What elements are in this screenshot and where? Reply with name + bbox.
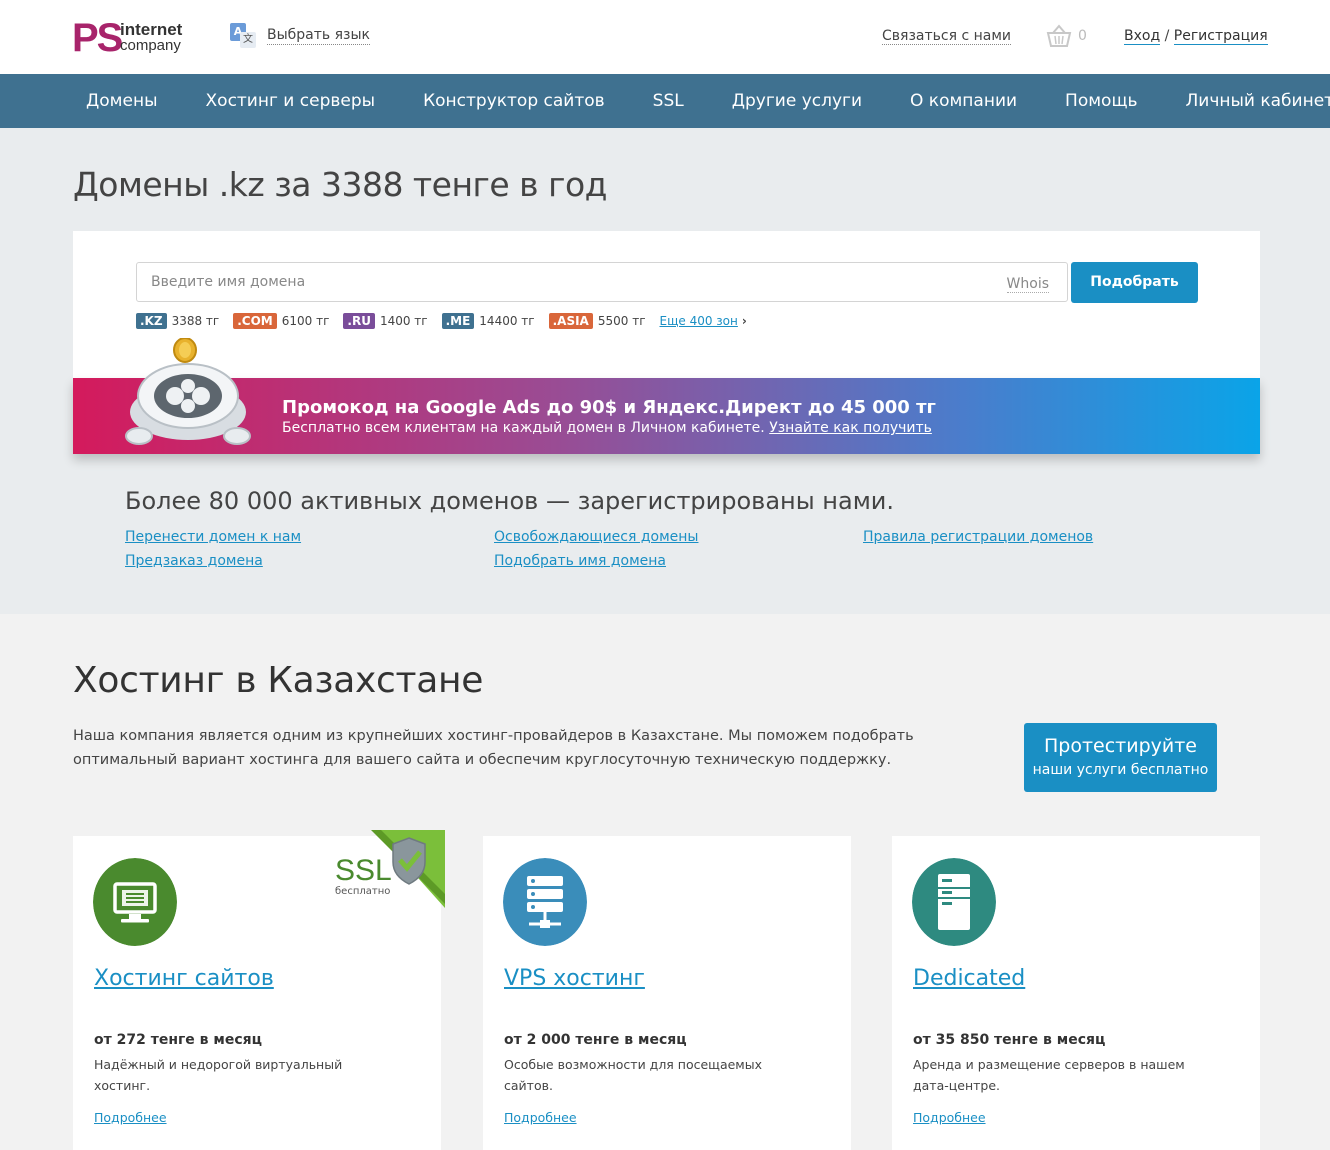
transfer-domain-link[interactable]: Перенести домен к нам bbox=[125, 529, 301, 545]
promo-link[interactable]: Узнайте как получить bbox=[769, 420, 932, 436]
robot-coin-icon bbox=[125, 338, 251, 445]
cart-button[interactable]: 0 bbox=[1046, 24, 1087, 48]
zone-price: 5500 тг bbox=[597, 314, 646, 328]
zone-asia[interactable]: .ASIA 5500 тг bbox=[548, 313, 646, 329]
zone-me[interactable]: .ME 14400 тг bbox=[441, 313, 535, 329]
hosting-card-text: Надёжный и недорогой виртуальный хостинг… bbox=[94, 1057, 343, 1093]
ssl-sub-label: бесплатно bbox=[335, 886, 391, 897]
free-trial-line1: Протестируйте bbox=[1043, 735, 1197, 757]
zone-price: 14400 тг bbox=[479, 314, 535, 328]
nav-item-about[interactable]: О компании bbox=[886, 91, 1041, 111]
nav-item-other-services[interactable]: Другие услуги bbox=[708, 91, 886, 111]
hosting-card-title[interactable]: Dedicated bbox=[913, 966, 1025, 991]
promo-text: Бесплатно всем клиентам на каждый домен … bbox=[282, 420, 932, 436]
nav-item-ssl[interactable]: SSL bbox=[629, 91, 708, 111]
zone-badge: .COM bbox=[233, 313, 277, 329]
auth-separator: / bbox=[1164, 28, 1170, 44]
zone-price: 1400 тг bbox=[379, 314, 428, 328]
hosting-card-shared: SSL бесплатно Хостинг сайтов от 272 тенг… bbox=[73, 830, 445, 1150]
zone-kz[interactable]: .KZ 3388 тг bbox=[136, 313, 219, 329]
main-nav: Домены Хостинг и серверы Конструктор сай… bbox=[0, 74, 1330, 128]
ssl-free-badge: SSL бесплатно bbox=[325, 830, 445, 910]
zone-badge: .KZ bbox=[136, 313, 167, 329]
logo-ps: PS bbox=[72, 16, 123, 60]
nav-item-hosting[interactable]: Хостинг и серверы bbox=[182, 91, 400, 111]
contact-link[interactable]: Связаться с нами bbox=[882, 28, 1011, 45]
language-label: Выбрать язык bbox=[267, 27, 370, 45]
chevron-right-icon: › bbox=[741, 314, 747, 328]
language-selector[interactable]: A文 Выбрать язык bbox=[230, 22, 370, 50]
monitor-icon bbox=[93, 858, 177, 946]
more-zones-link[interactable]: Еще 400 зон bbox=[660, 314, 738, 328]
logo[interactable]: PS internet company bbox=[72, 16, 192, 60]
hosting-description: Наша компания является одним из крупнейш… bbox=[73, 728, 914, 768]
promo-description: Бесплатно всем клиентам на каждый домен … bbox=[282, 420, 765, 436]
nav-item-help[interactable]: Помощь bbox=[1041, 91, 1161, 111]
zone-badge: .ASIA bbox=[548, 313, 593, 329]
register-link[interactable]: Регистрация bbox=[1173, 28, 1268, 45]
hosting-card-text: Особые возможности для посещаемых сайтов… bbox=[504, 1057, 763, 1093]
login-link[interactable]: Вход bbox=[1124, 28, 1161, 45]
nav-item-domains[interactable]: Домены bbox=[62, 91, 182, 111]
zone-price: 6100 тг bbox=[281, 314, 330, 328]
cart-count: 0 bbox=[1078, 28, 1087, 44]
hosting-card-more-link[interactable]: Подробнее bbox=[913, 1110, 986, 1125]
hosting-card-price: от 272 тенге в месяц bbox=[94, 1032, 263, 1048]
zone-price: 3388 тг bbox=[171, 314, 220, 328]
zone-badge: .ME bbox=[441, 313, 475, 329]
pick-domain-link[interactable]: Подобрать имя домена bbox=[494, 553, 666, 569]
hosting-card-text: Аренда и размещение серверов в нашем дат… bbox=[913, 1057, 1185, 1093]
zone-ru[interactable]: .RU 1400 тг bbox=[343, 313, 428, 329]
zone-com[interactable]: .COM 6100 тг bbox=[233, 313, 329, 329]
hosting-card-price: от 35 850 тенге в месяц bbox=[913, 1032, 1106, 1048]
domains-title: Домены .kz за 3388 тенге в год bbox=[73, 165, 607, 204]
header: PS internet company A文 Выбрать язык Связ… bbox=[0, 0, 1330, 74]
hosting-card-title[interactable]: VPS хостинг bbox=[504, 966, 645, 991]
promo-banner[interactable]: Промокод на Google Ads до 90$ и Яндекс.Д… bbox=[73, 338, 1260, 454]
promo-title: Промокод на Google Ads до 90$ и Яндекс.Д… bbox=[282, 397, 936, 418]
free-trial-line2: наши услуги бесплатно bbox=[1032, 762, 1209, 778]
hosting-card-price: от 2 000 тенге в месяц bbox=[504, 1032, 687, 1048]
domains-count-text: Более 80 000 активных доменов — зарегист… bbox=[125, 487, 895, 515]
zone-badge: .RU bbox=[343, 313, 375, 329]
hosting-title: Хостинг в Казахстане bbox=[73, 660, 484, 701]
preorder-domain-link[interactable]: Предзаказ домена bbox=[125, 553, 263, 569]
domain-rules-link[interactable]: Правила регистрации доменов bbox=[863, 529, 1093, 545]
server-icon bbox=[503, 858, 587, 946]
hosting-card-dedicated: Dedicated от 35 850 тенге в месяц Аренда… bbox=[892, 836, 1260, 1150]
nav-item-account[interactable]: Личный кабинет bbox=[1162, 91, 1330, 111]
basket-icon bbox=[1046, 24, 1072, 47]
free-trial-button[interactable]: Протестируйте наши услуги бесплатно bbox=[1024, 723, 1217, 792]
zone-list: .KZ 3388 тг .COM 6100 тг .RU 1400 тг .ME… bbox=[136, 313, 747, 329]
logo-company: company bbox=[120, 37, 181, 54]
domain-search-input[interactable]: Введите имя домена Whois bbox=[136, 262, 1068, 302]
server-rack-icon bbox=[912, 858, 996, 946]
translate-icon: A文 bbox=[230, 23, 256, 49]
domain-search-button[interactable]: Подобрать bbox=[1071, 262, 1198, 303]
nav-item-site-builder[interactable]: Конструктор сайтов bbox=[399, 91, 629, 111]
hosting-card-title[interactable]: Хостинг сайтов bbox=[94, 966, 274, 991]
ssl-label: SSL bbox=[335, 854, 392, 887]
auth-links: Вход / Регистрация bbox=[1124, 28, 1268, 45]
expiring-domains-link[interactable]: Освобождающиеся домены bbox=[494, 529, 698, 545]
hosting-card-vps: VPS хостинг от 2 000 тенге в месяц Особы… bbox=[483, 836, 851, 1150]
hosting-card-more-link[interactable]: Подробнее bbox=[94, 1110, 167, 1125]
whois-link[interactable]: Whois bbox=[1006, 276, 1049, 293]
hosting-card-more-link[interactable]: Подробнее bbox=[504, 1110, 577, 1125]
domain-search-placeholder: Введите имя домена bbox=[151, 274, 306, 290]
